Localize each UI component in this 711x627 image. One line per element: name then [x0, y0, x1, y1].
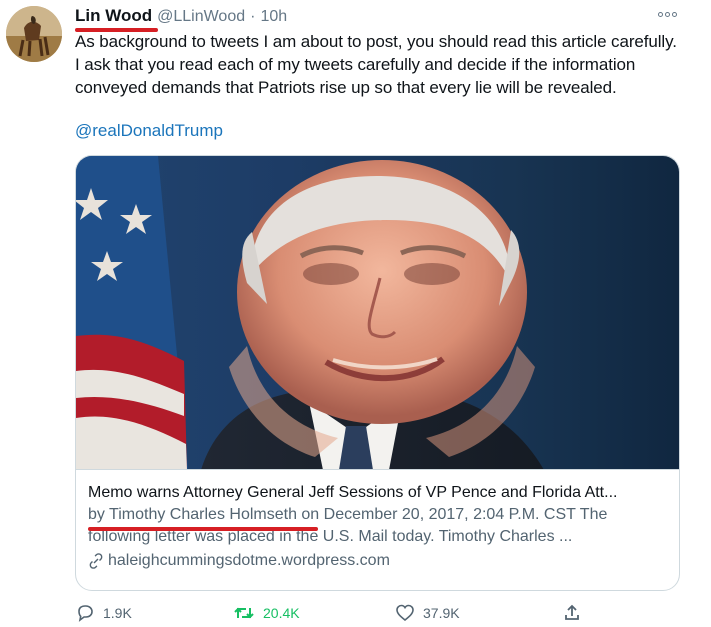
retweet-count: 20.4K — [263, 605, 300, 621]
reply-count: 1.9K — [103, 605, 132, 621]
heart-icon — [395, 603, 415, 623]
card-image — [76, 156, 679, 470]
tweet-text: As background to tweets I am about to po… — [75, 32, 677, 97]
reply-icon — [75, 603, 95, 623]
retweet-icon — [233, 603, 255, 623]
author-name-text[interactable]: Lin Wood — [75, 6, 152, 25]
like-button[interactable]: 37.9K — [395, 603, 460, 623]
more-dot — [671, 11, 677, 17]
author-handle[interactable]: @LLinWood — [157, 8, 245, 26]
portrait-image — [76, 156, 679, 469]
tweet-actions: 1.9K 20.4K 37.9K — [75, 602, 595, 624]
card-description-text: by Timothy Charles Holmseth on December … — [88, 506, 608, 545]
more-icon[interactable] — [655, 8, 679, 20]
card-title[interactable]: Memo warns Attorney General Jeff Session… — [88, 481, 667, 504]
share-icon — [562, 603, 582, 623]
more-dot — [657, 11, 663, 17]
link-icon — [88, 553, 104, 569]
share-button[interactable] — [562, 603, 582, 623]
like-count: 37.9K — [423, 605, 460, 621]
annotation-underline — [88, 527, 318, 531]
author-name[interactable]: Lin Wood — [75, 6, 159, 32]
separator-dot: · — [250, 8, 256, 25]
avatar[interactable] — [6, 6, 62, 62]
mention-link[interactable]: @realDonaldTrump — [75, 121, 223, 141]
card-domain[interactable]: haleighcummingsdotme.wordpress.com — [88, 550, 667, 572]
card-domain-text[interactable]: haleighcummingsdotme.wordpress.com — [108, 550, 390, 572]
card-description: by Timothy Charles Holmseth on December … — [88, 504, 667, 548]
tweet-time[interactable]: 10h — [260, 8, 287, 26]
avatar-image — [6, 6, 62, 62]
retweet-button[interactable]: 20.4K — [233, 603, 300, 623]
tweet-header: Lin Wood @LLinWood · 10h — [75, 6, 287, 32]
reply-button[interactable]: 1.9K — [75, 603, 132, 623]
link-card[interactable]: Memo warns Attorney General Jeff Session… — [75, 155, 680, 591]
more-dot — [664, 11, 670, 17]
tweet[interactable]: Lin Wood @LLinWood · 10h As background t… — [0, 0, 711, 627]
card-body[interactable]: Memo warns Attorney General Jeff Session… — [76, 470, 679, 572]
